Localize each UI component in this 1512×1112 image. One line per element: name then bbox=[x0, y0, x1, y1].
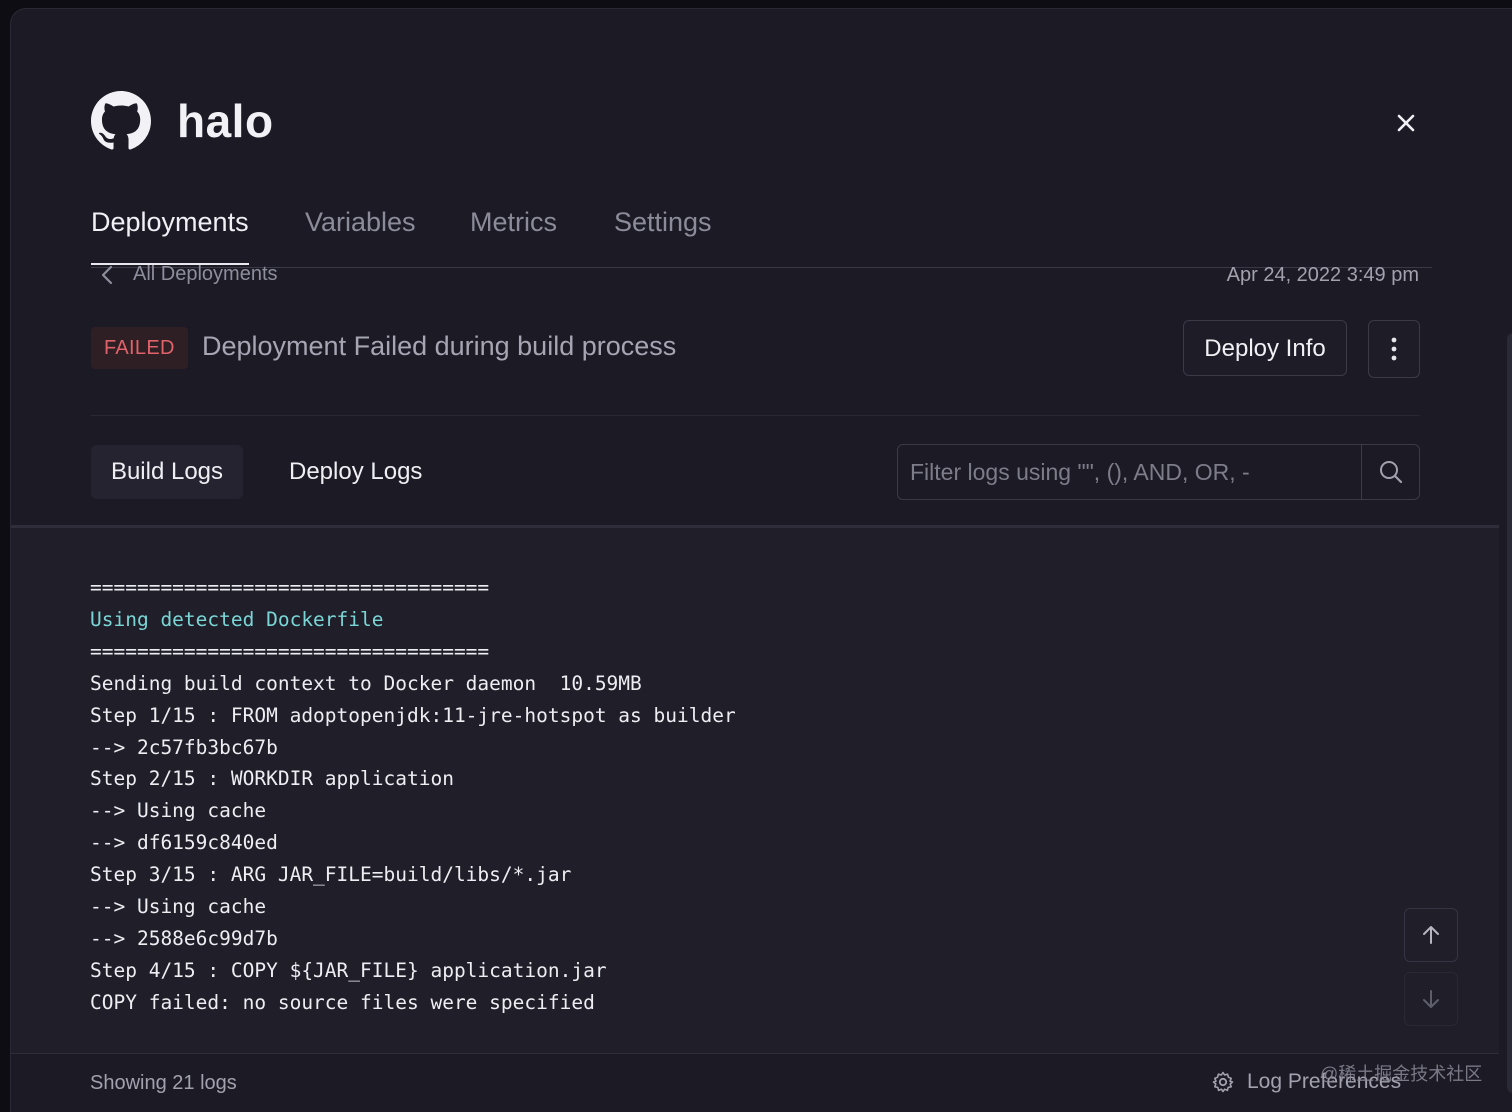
more-options-button[interactable] bbox=[1368, 320, 1420, 378]
log-line: --> 2588e6c99d7b bbox=[90, 926, 278, 950]
status-message: Deployment Failed during build process bbox=[202, 331, 677, 361]
back-link-label: All Deployments bbox=[133, 263, 278, 285]
tab-deployments[interactable]: Deployments bbox=[91, 207, 249, 265]
search-button[interactable] bbox=[1362, 445, 1420, 499]
close-icon bbox=[1397, 114, 1415, 132]
deployment-panel: halo Deployments Variables Metrics Setti… bbox=[10, 8, 1512, 1112]
deployment-status-row: FAILED Deployment Failed during build pr… bbox=[91, 320, 1420, 387]
close-button[interactable] bbox=[1391, 108, 1421, 138]
log-line: COPY failed: no source files were specif… bbox=[90, 990, 595, 1014]
log-footer: Showing 21 logs Log Preferences bbox=[11, 1053, 1499, 1112]
status-badge: FAILED bbox=[91, 327, 188, 369]
log-line: Step 2/15 : WORKDIR application bbox=[90, 767, 454, 791]
more-vertical-icon bbox=[1391, 337, 1397, 361]
log-lines: ================================== Using … bbox=[90, 572, 736, 1019]
tab-deploy-logs[interactable]: Deploy Logs bbox=[289, 445, 422, 499]
github-icon bbox=[91, 91, 151, 150]
gear-icon bbox=[1212, 1071, 1234, 1093]
log-line: --> Using cache bbox=[90, 895, 267, 919]
service-header: halo bbox=[91, 91, 274, 151]
scroll-to-top-button[interactable] bbox=[1404, 908, 1458, 962]
deployment-date: Apr 24, 2022 3:49 pm bbox=[1226, 264, 1419, 286]
log-line: Sending build context to Docker daemon 1… bbox=[90, 671, 642, 695]
watermark: @稀土掘金技术社区 bbox=[1320, 1064, 1483, 1084]
deploy-info-button[interactable]: Deploy Info bbox=[1183, 320, 1347, 376]
log-line: Step 3/15 : ARG JAR_FILE=build/libs/*.ja… bbox=[90, 863, 572, 887]
search-icon bbox=[1380, 461, 1403, 484]
tab-settings[interactable]: Settings bbox=[614, 207, 712, 238]
log-count: Showing 21 logs bbox=[90, 1072, 237, 1094]
log-filter-input[interactable] bbox=[898, 445, 1360, 499]
log-line: Step 4/15 : COPY ${JAR_FILE} application… bbox=[90, 958, 607, 982]
scroll-to-bottom-button[interactable] bbox=[1404, 972, 1458, 1026]
service-title: halo bbox=[177, 95, 274, 147]
log-line: ================================== bbox=[90, 639, 490, 663]
log-line: --> Using cache bbox=[90, 799, 267, 823]
log-line: ================================== bbox=[90, 576, 490, 599]
back-to-deployments-link[interactable]: All Deployments bbox=[91, 263, 278, 286]
tab-metrics[interactable]: Metrics bbox=[470, 207, 557, 238]
section-divider bbox=[91, 415, 1420, 416]
chevron-left-icon bbox=[101, 265, 113, 284]
tab-variables[interactable]: Variables bbox=[305, 207, 416, 238]
tab-build-logs[interactable]: Build Logs bbox=[91, 445, 243, 499]
main-tabs: Deployments Variables Metrics Settings bbox=[91, 205, 1432, 268]
log-line: --> df6159c840ed bbox=[90, 831, 278, 855]
log-line: --> 2c57fb3bc67b bbox=[90, 735, 278, 759]
log-line: Step 1/15 : FROM adoptopenjdk:11-jre-hot… bbox=[90, 703, 736, 727]
log-line: Using detected Dockerfile bbox=[90, 607, 384, 631]
log-viewer: ================================== Using … bbox=[11, 525, 1499, 1053]
panel-scrollbar[interactable] bbox=[1507, 333, 1512, 1093]
arrow-up-icon bbox=[1423, 926, 1439, 944]
arrow-down-icon bbox=[1423, 990, 1439, 1008]
log-filter bbox=[897, 444, 1420, 500]
